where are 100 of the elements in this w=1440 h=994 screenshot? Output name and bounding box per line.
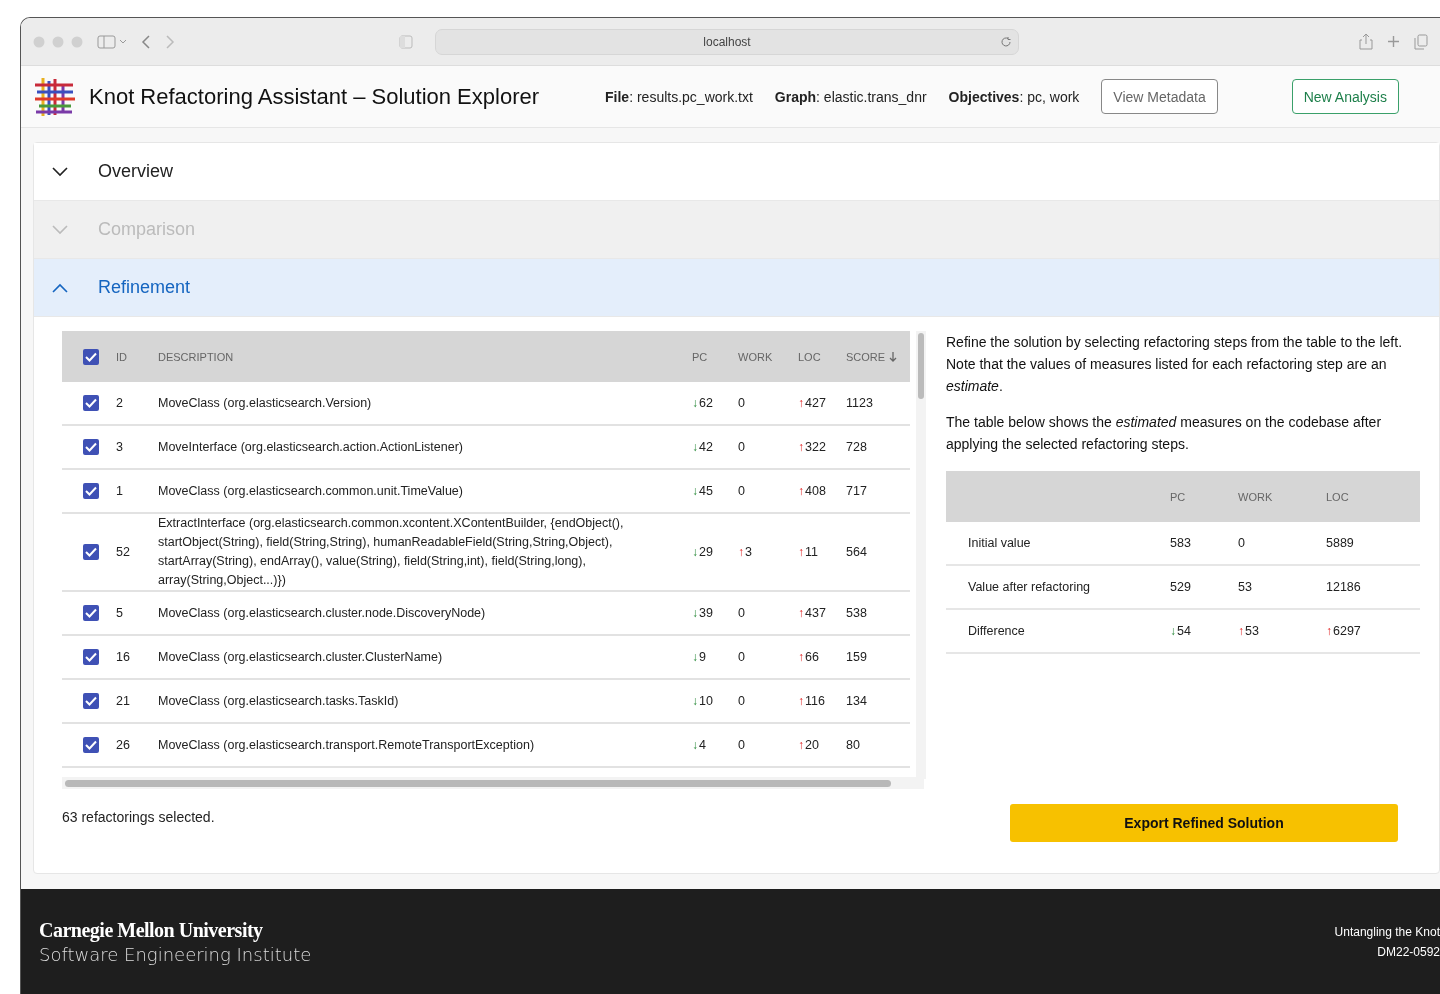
- table-cell-text: Value after refactoring: [967, 580, 1092, 594]
- value-text: 42: [699, 438, 713, 456]
- table-cell-text: 134: [846, 692, 868, 710]
- row-checkbox[interactable]: [83, 605, 99, 621]
- plus-icon[interactable]: [1387, 35, 1400, 48]
- column-header[interactable]: WORK: [738, 350, 798, 363]
- table-cell-text: MoveClass (org.elasticsearch.transport.RemoteTransportException): [158, 736, 536, 754]
- address-bar[interactable]: localhost: [435, 28, 1019, 55]
- value-text: 54: [1177, 622, 1191, 640]
- table-cell-text: 728: [846, 438, 868, 456]
- table-cell-text: 159: [846, 648, 868, 666]
- chevron-down-icon: [52, 224, 68, 235]
- chevron-down-icon: [52, 166, 68, 177]
- select-all-checkbox[interactable]: [83, 348, 99, 365]
- metadata-text: File: results.pc_work.txt: [605, 88, 753, 105]
- vertical-scrollbar[interactable]: [916, 331, 926, 779]
- description-text: The table below shows the estimated measures on the codebase after applying the selected refactoring steps.: [946, 413, 1383, 454]
- trend-arrow: ↑: [798, 438, 804, 456]
- value-text: 10: [699, 692, 713, 710]
- value-text: 39: [699, 604, 713, 622]
- table-cell-text: 538: [846, 604, 868, 622]
- value-text: 583: [1170, 534, 1191, 552]
- value-text: 116: [805, 692, 825, 710]
- value-text: 45: [699, 482, 713, 500]
- description-text: Refine the solution by selecting refactoring steps from the table to the left. Note that the values of measures listed for each refactoring step are an estimate.: [946, 333, 1404, 396]
- trend-arrow: ↑: [1238, 622, 1244, 640]
- value-text: 11: [805, 543, 818, 561]
- app-title: Knot Refactoring Assistant – Solution Explorer: [89, 83, 540, 110]
- value-text: 322: [805, 438, 826, 456]
- table-cell-text: ExtractInterface (org.elasticsearch.common.xcontent.XContentBuilder, {endObject(), startObject(String), field(String,String), humanReadableField(String,String,Object), startArray(String), endArray(), value(String), field(String,int), field(String,long), array(String,Object...)}): [158, 515, 625, 589]
- table-cell-text: Difference: [967, 624, 1026, 638]
- accordion-header[interactable]: Refinement: [34, 259, 1439, 317]
- horizontal-scrollbar[interactable]: [62, 777, 924, 789]
- export-button[interactable]: Export Refined Solution: [1010, 804, 1398, 842]
- share-icon[interactable]: [1359, 33, 1373, 50]
- table-cell-text: MoveClass (org.elasticsearch.cluster.node.DiscoveryNode): [158, 604, 487, 622]
- value-text: 12186: [1326, 578, 1361, 596]
- table-cell-text: 5: [116, 604, 124, 622]
- trend-arrow: ↓: [692, 394, 698, 412]
- row-checkbox[interactable]: [83, 544, 99, 560]
- table-cell-text: MoveClass (org.elasticsearch.Version): [158, 394, 373, 412]
- row-checkbox[interactable]: [83, 737, 99, 753]
- value-text: 0: [738, 604, 745, 622]
- table-cell-text: 2: [116, 394, 124, 412]
- value-text: 6297: [1333, 622, 1361, 640]
- trend-arrow: ↑: [798, 543, 804, 561]
- table-cell-text: 564: [846, 543, 868, 561]
- institute-name: Software Engineering Institute: [39, 943, 312, 965]
- column-header[interactable]: ID: [116, 350, 158, 363]
- value-text: 5889: [1326, 534, 1354, 552]
- new-analysis-button[interactable]: New Analysis: [1291, 79, 1399, 114]
- table-cell-text: MoveClass (org.elasticsearch.common.unit.TimeValue): [158, 482, 464, 500]
- reload-icon[interactable]: [1000, 35, 1012, 48]
- back-icon[interactable]: [141, 34, 151, 49]
- row-checkbox[interactable]: [83, 483, 99, 499]
- value-text: 0: [1238, 534, 1245, 552]
- trend-arrow: ↑: [1326, 622, 1332, 640]
- column-header: LOC: [1326, 490, 1350, 503]
- value-text: 437: [805, 604, 826, 622]
- value-text: 0: [738, 482, 745, 500]
- value-text: 53: [1245, 622, 1259, 640]
- selection-count: 63 refactorings selected.: [62, 809, 216, 825]
- column-header[interactable]: SCORE: [846, 350, 910, 363]
- trend-arrow: ↓: [692, 482, 698, 500]
- tabs-icon[interactable]: [1414, 33, 1428, 50]
- value-text: 9: [699, 648, 706, 666]
- column-header[interactable]: PC: [692, 350, 738, 363]
- trend-arrow: ↓: [692, 648, 698, 666]
- trend-arrow: ↑: [738, 543, 744, 561]
- value-text: 0: [738, 648, 745, 666]
- accordion-header[interactable]: Overview: [34, 143, 1439, 201]
- row-checkbox[interactable]: [83, 649, 99, 665]
- column-header[interactable]: LOC: [798, 350, 846, 363]
- trend-arrow: ↓: [1170, 622, 1176, 640]
- row-checkbox[interactable]: [83, 693, 99, 709]
- value-text: 0: [738, 736, 745, 754]
- value-text: 4: [699, 736, 706, 754]
- metadata-text: Graph: elastic.trans_dnr: [774, 88, 927, 105]
- forward-icon[interactable]: [165, 34, 175, 49]
- value-text: 0: [738, 692, 745, 710]
- row-checkbox[interactable]: [83, 439, 99, 455]
- sidebar-icon[interactable]: [97, 34, 127, 49]
- table-cell-text: 26: [116, 736, 131, 754]
- value-text: 0: [738, 438, 745, 456]
- column-header[interactable]: DESCRIPTION: [158, 350, 692, 363]
- table-cell-text: 80: [846, 736, 861, 754]
- value-text: 427: [805, 394, 826, 412]
- trend-arrow: ↑: [798, 648, 804, 666]
- trend-arrow: ↑: [798, 604, 804, 622]
- value-text: 20: [805, 736, 819, 754]
- table-cell-text: 3: [116, 438, 124, 456]
- table-cell-text: 1: [116, 482, 124, 500]
- view-metadata-button[interactable]: View Metadata: [1101, 79, 1218, 114]
- trend-arrow: ↑: [798, 482, 804, 500]
- trend-arrow: ↓: [692, 692, 698, 710]
- trend-arrow: ↑: [798, 394, 804, 412]
- value-text: 62: [699, 394, 713, 412]
- metadata-text: Objectives: pc, work: [948, 88, 1080, 105]
- row-checkbox[interactable]: [83, 395, 99, 411]
- value-text: 66: [805, 648, 819, 666]
